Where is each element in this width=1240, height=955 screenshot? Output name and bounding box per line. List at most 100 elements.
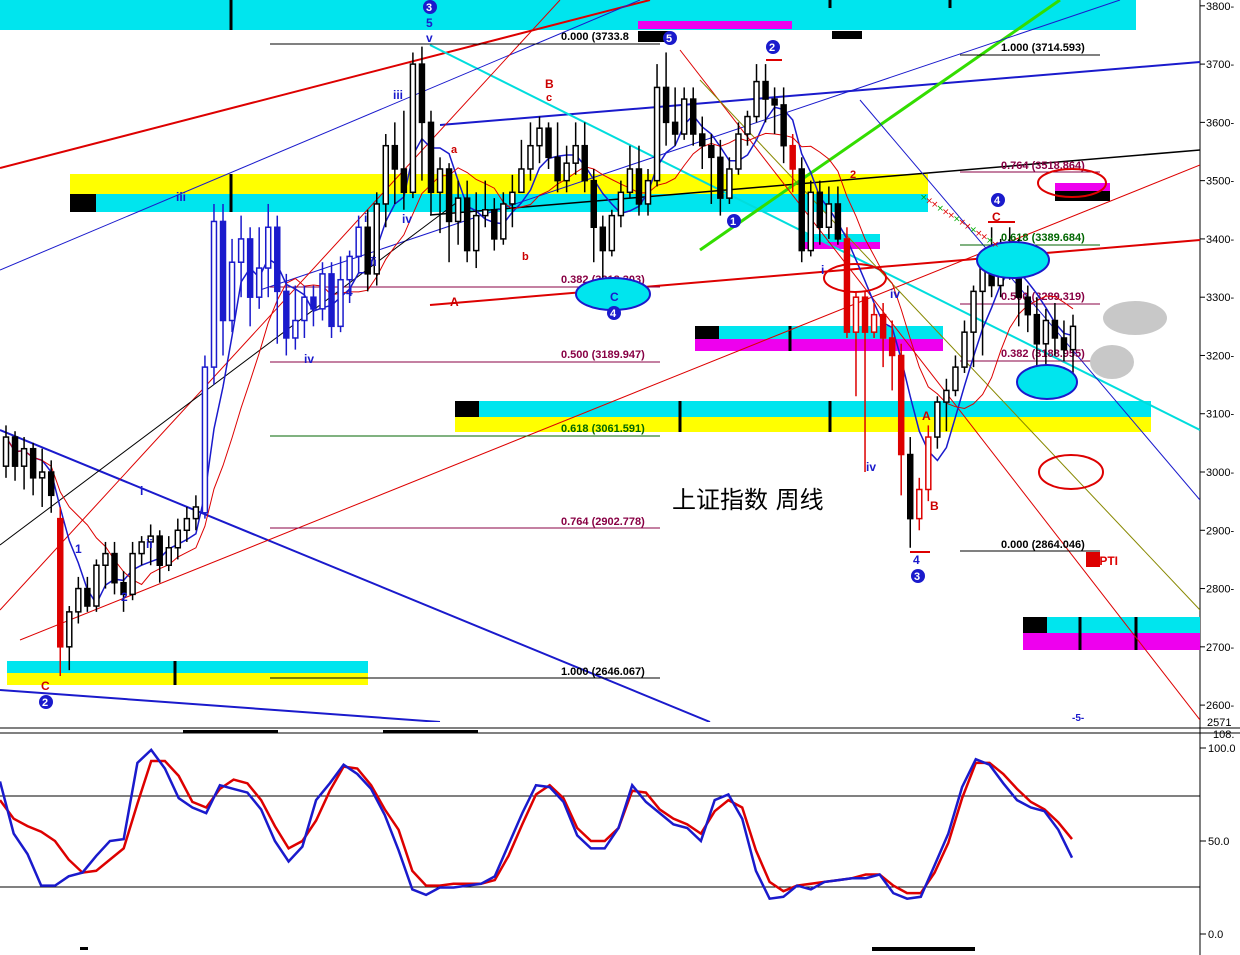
- candle-body: [66, 611, 73, 648]
- candle: [328, 262, 335, 338]
- wave-label: iv: [402, 212, 412, 226]
- candle-body: [708, 144, 715, 159]
- wave-label: 4: [994, 195, 1001, 207]
- wave-label: 4: [346, 285, 353, 299]
- candle-body: [518, 168, 525, 194]
- candle-body: [29, 447, 37, 479]
- candle-body: [943, 389, 950, 403]
- candle-body: [897, 354, 905, 456]
- candle-body: [228, 261, 236, 322]
- wave-label: B: [930, 499, 939, 513]
- wave-label: 3: [426, 2, 432, 14]
- gray-ellipse-2: [1090, 345, 1134, 379]
- wave-label: iv: [304, 352, 314, 366]
- weekly-candlestick-chart: 3800- 3700- 3600- 3500- 3400- 3300- 3200- 3100-…: [0, 0, 1240, 955]
- zone-bar-magenta-2700: [1023, 633, 1200, 650]
- candle-body: [753, 80, 760, 118]
- candle: [798, 157, 805, 263]
- candle-body: [662, 86, 670, 124]
- zone-bar-cyan-2700: [1023, 617, 1200, 633]
- candle-body: [509, 191, 516, 205]
- candle-body: [20, 447, 28, 467]
- candle-body: [75, 587, 82, 613]
- candle-body: [2, 436, 10, 467]
- candle-body: [156, 535, 163, 566]
- pane-marker: [80, 947, 88, 950]
- candle-body: [264, 226, 272, 269]
- wave-label: 3: [914, 571, 920, 583]
- zone-bar-cyan-3100: [455, 401, 1151, 417]
- cyan-ellipse-4b: [976, 241, 1050, 279]
- candle-body: [807, 191, 815, 252]
- candle-body: [237, 238, 245, 263]
- pti-annotation: 16PTI: [1086, 554, 1118, 568]
- wave-label: 5: [666, 33, 672, 45]
- candle-body: [445, 168, 453, 223]
- zone-bar-black-3250: [695, 326, 719, 339]
- candle-body: [626, 168, 634, 194]
- candle-body: [138, 541, 145, 555]
- candle-body: [961, 331, 968, 368]
- indicator-tick-label: 50.0: [1208, 836, 1229, 848]
- candle-body: [482, 209, 489, 217]
- candle-body: [536, 127, 543, 147]
- candle-body: [463, 197, 471, 252]
- wave-label: 2: [121, 590, 128, 604]
- indicator-tick-label: 100.0: [1208, 743, 1236, 755]
- candle-body: [726, 168, 733, 199]
- candle-body: [798, 168, 805, 252]
- candle-body: [925, 436, 932, 491]
- indicator-tick-label: 0.0: [1208, 929, 1223, 941]
- candle-body: [47, 471, 55, 497]
- indicator-top-label: 108.: [1213, 729, 1234, 741]
- candle-body: [391, 144, 399, 170]
- candle-body: [246, 238, 254, 298]
- candle-body: [192, 506, 200, 520]
- candle-body: [310, 296, 317, 310]
- candle-body: [907, 453, 914, 520]
- zone-bar-yellow-3100: [455, 417, 1151, 432]
- chart-canvas: 3800- 3700- 3600- 3500- 3400- 3300- 3200- 3100-…: [0, 0, 1240, 955]
- candle-body: [11, 436, 19, 467]
- candle-body: [717, 156, 724, 199]
- price-tick-label: 3300-: [1206, 292, 1234, 304]
- candle-body: [418, 63, 426, 124]
- candle-body: [554, 156, 561, 182]
- wave-label: 2: [42, 697, 48, 709]
- candle-body: [436, 168, 444, 194]
- candle-body: [545, 127, 552, 159]
- candle-body: [970, 290, 977, 333]
- wave-label: iii: [393, 88, 403, 102]
- candle-body: [255, 267, 263, 298]
- candle-body: [454, 197, 462, 223]
- wave-label: ii: [146, 537, 153, 551]
- candle-body: [283, 290, 290, 339]
- candle-body: [129, 552, 136, 596]
- candle-body: [879, 313, 887, 339]
- candle-body: [934, 401, 941, 438]
- wave-label: 1: [730, 216, 736, 228]
- candle: [409, 52, 417, 199]
- zone-bar-cyan-2650: [7, 661, 368, 673]
- cross-marker: ×: [992, 240, 1000, 250]
- indicator-d-line: [0, 759, 1073, 895]
- wave-label: b: [522, 251, 529, 263]
- candle-body: [409, 63, 417, 194]
- pane-marker: [872, 947, 975, 951]
- candle-body: [210, 220, 218, 368]
- candle-body: [111, 552, 118, 584]
- wave-label: C: [41, 679, 50, 693]
- price-tick-label: 3000-: [1206, 467, 1234, 479]
- candle-body: [699, 133, 706, 147]
- wave-label: iii: [176, 190, 186, 204]
- candle-body: [744, 115, 751, 135]
- wave-label: v: [426, 31, 433, 45]
- fib-right-label-1000: 1.000 (3714.593): [1001, 42, 1085, 54]
- candle-body: [38, 471, 46, 479]
- wave-label: i: [140, 484, 143, 498]
- candle: [93, 559, 100, 612]
- price-tick-label: 2800-: [1206, 584, 1234, 596]
- candle-body: [590, 179, 597, 229]
- candle-body: [1060, 337, 1068, 351]
- candle-body: [102, 552, 109, 566]
